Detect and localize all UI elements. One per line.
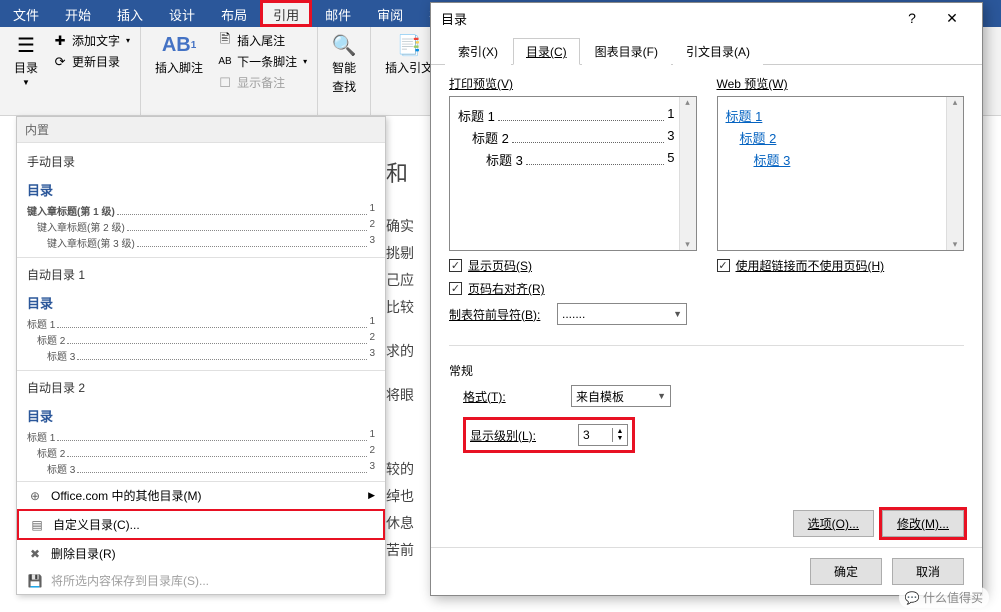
insert-footnote-label: 插入脚注 — [155, 59, 203, 76]
format-combo[interactable]: 来自模板▼ — [571, 385, 671, 407]
smart-lookup-button[interactable]: 🔍 智能 查找 — [326, 31, 362, 111]
modify-button[interactable]: 修改(M)... — [882, 510, 964, 537]
ab-icon: AB1 — [167, 33, 191, 57]
toc-label: 目录 — [14, 59, 38, 76]
cancel-button[interactable]: 取消 — [892, 558, 964, 585]
tab-review[interactable]: 审阅 — [364, 0, 416, 27]
checkbox-icon: ✓ — [449, 259, 462, 272]
search-icon: 🔍 — [332, 33, 356, 57]
add-text-icon: ✚ — [52, 33, 68, 49]
tab-file[interactable]: 文件 — [0, 0, 52, 27]
show-page-numbers-checkbox[interactable]: ✓显示页码(S) — [449, 257, 697, 274]
toc-dialog: 目录 ? ✕ 索引(X) 目录(C) 图表目录(F) 引文目录(A) 打印预览(… — [430, 2, 983, 596]
update-toc-button[interactable]: ⟳更新目录 — [50, 52, 132, 71]
dropdown-builtin-header: 内置 — [17, 117, 385, 143]
show-footnotes-icon: ☐ — [217, 75, 233, 91]
manual-toc-option[interactable]: 手动目录 — [27, 149, 375, 174]
toc-preview-title-2: 目录 — [27, 293, 375, 312]
checkbox-icon: ✓ — [717, 259, 730, 272]
remove-toc-menuitem[interactable]: ✖删除目录(R) — [17, 540, 385, 567]
help-button[interactable]: ? — [892, 10, 932, 26]
insert-endnote-button[interactable]: 🖹插入尾注 — [215, 31, 309, 50]
toc-preview-title: 目录 — [27, 180, 375, 199]
globe-icon: ⊕ — [27, 488, 43, 504]
custom-toc-menuitem[interactable]: ▤自定义目录(C)... — [17, 509, 385, 540]
insert-footnote-button[interactable]: AB1 插入脚注 — [149, 31, 209, 111]
more-office-toc[interactable]: ⊕Office.com 中的其他目录(M)▶ — [17, 482, 385, 509]
tab-home[interactable]: 开始 — [52, 0, 104, 27]
add-text-button[interactable]: ✚添加文字▾ — [50, 31, 132, 50]
web-link-h1[interactable]: 标题 1 — [726, 106, 943, 125]
tab-leader-combo[interactable]: .......▼ — [557, 303, 687, 325]
use-hyperlinks-checkbox[interactable]: ✓使用超链接而不使用页码(H) — [717, 257, 965, 274]
tab-toc[interactable]: 目录(C) — [513, 38, 580, 65]
show-levels-spinbox[interactable]: 3 ▲▼ — [578, 424, 628, 446]
chevron-down-icon: ▼ — [22, 78, 30, 87]
scrollbar[interactable]: ▴▾ — [679, 97, 696, 250]
print-preview-box: 标题 11 标题 23 标题 35 ▴▾ — [449, 96, 697, 251]
remove-icon: ✖ — [27, 546, 43, 562]
insert-endnote-icon: 🖹 — [217, 33, 233, 49]
update-toc-icon: ⟳ — [52, 54, 68, 70]
next-footnote-button[interactable]: AB下一条脚注▾ — [215, 52, 309, 71]
save-icon: 💾 — [27, 573, 43, 589]
show-levels-label: 显示级别(L): — [470, 427, 570, 444]
web-link-h2[interactable]: 标题 2 — [726, 128, 943, 147]
spin-down-icon[interactable]: ▼ — [613, 435, 627, 442]
tab-leader-label: 制表符前导符(B): — [449, 306, 549, 323]
tab-figures[interactable]: 图表目录(F) — [582, 38, 671, 65]
save-toc-menuitem: 💾将所选内容保存到目录库(S)... — [17, 567, 385, 594]
ok-button[interactable]: 确定 — [810, 558, 882, 585]
right-align-checkbox[interactable]: ✓页码右对齐(R) — [449, 280, 697, 297]
tab-authorities[interactable]: 引文目录(A) — [673, 38, 763, 65]
print-preview-label: 打印预览(V) — [449, 75, 697, 92]
chevron-down-icon: ▼ — [673, 309, 682, 319]
web-link-h3[interactable]: 标题 3 — [726, 150, 943, 169]
toc-button[interactable]: ☰ 目录 ▼ — [8, 31, 44, 111]
next-footnote-icon: AB — [217, 54, 233, 70]
toc-icon: ☰ — [14, 33, 38, 57]
options-button[interactable]: 选项(O)... — [793, 510, 874, 537]
tab-layout[interactable]: 布局 — [208, 0, 260, 27]
toc-dropdown: 内置 手动目录 目录 键入章标题(第 1 级)1 键入章标题(第 2 级)2 键… — [16, 116, 386, 595]
chevron-down-icon: ▼ — [657, 391, 666, 401]
tab-design[interactable]: 设计 — [156, 0, 208, 27]
tab-references[interactable]: 引用 — [260, 0, 312, 27]
auto-toc-2-option[interactable]: 自动目录 2 — [27, 375, 375, 400]
tab-insert[interactable]: 插入 — [104, 0, 156, 27]
close-button[interactable]: ✕ — [932, 10, 972, 27]
auto-toc-1-option[interactable]: 自动目录 1 — [27, 262, 375, 287]
dialog-tabs: 索引(X) 目录(C) 图表目录(F) 引文目录(A) — [431, 33, 982, 65]
spin-up-icon[interactable]: ▲ — [613, 428, 627, 435]
toc-preview-title-3: 目录 — [27, 406, 375, 425]
dialog-title: 目录 — [441, 9, 467, 28]
general-legend: 常规 — [449, 362, 964, 379]
show-footnotes-button: ☐显示备注 — [215, 73, 309, 92]
web-preview-label: Web 预览(W) — [717, 75, 965, 92]
web-preview-box: 标题 1 标题 2 标题 3 ▴▾ — [717, 96, 965, 251]
scrollbar[interactable]: ▴▾ — [946, 97, 963, 250]
document-background: 和 确实 挑剔 己应 比较 求的 将眼 较的 绰也 休息 苦前 — [386, 118, 414, 567]
tab-mail[interactable]: 邮件 — [312, 0, 364, 27]
watermark: 💬 什么值得买 — [899, 587, 989, 608]
citation-icon: 📑 — [397, 33, 421, 57]
checkbox-icon: ✓ — [449, 282, 462, 295]
format-label: 格式(T): — [463, 388, 563, 405]
tab-index[interactable]: 索引(X) — [445, 38, 511, 65]
document-icon: ▤ — [29, 517, 45, 533]
